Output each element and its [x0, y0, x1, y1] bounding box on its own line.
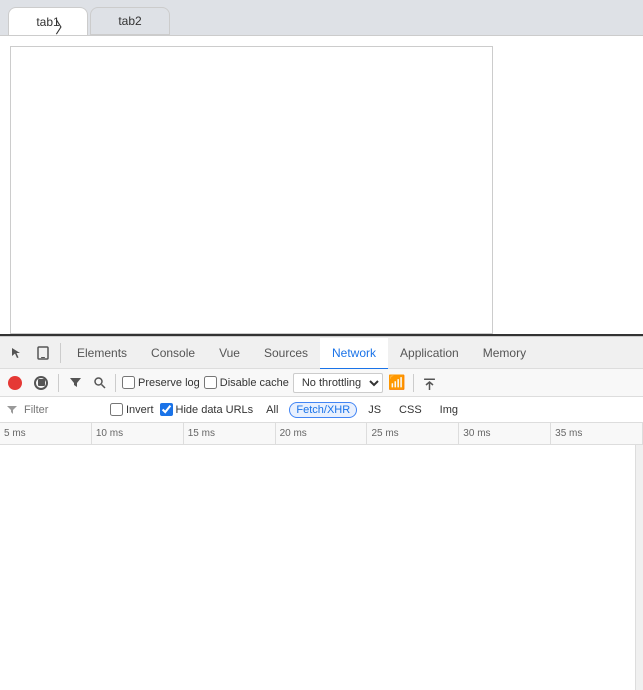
separator-1 — [58, 374, 59, 392]
tick-25ms: 25 ms — [367, 423, 459, 444]
browser-tab-2[interactable]: tab2 — [90, 7, 170, 35]
inspect-element-button[interactable] — [5, 341, 29, 365]
tick-35ms: 35 ms — [551, 423, 643, 444]
filter-type-group: All Fetch/XHR JS CSS Img — [259, 402, 465, 418]
tab-vue[interactable]: Vue — [207, 338, 252, 369]
devtools-top-toolbar: Elements Console Vue Sources Network App… — [0, 337, 643, 369]
disable-cache-label[interactable]: Disable cache — [204, 376, 289, 389]
tick-20ms: 20 ms — [276, 423, 368, 444]
throttle-select[interactable]: No throttling — [293, 373, 383, 393]
filter-fetch-xhr-button[interactable]: Fetch/XHR — [289, 402, 357, 418]
timeline-ruler: 5 ms 10 ms 15 ms 20 ms 25 ms 30 ms 35 ms — [0, 423, 643, 444]
separator-2 — [115, 374, 116, 392]
devtools-tabs: Elements Console Vue Sources Network App… — [65, 337, 639, 369]
preserve-log-label[interactable]: Preserve log — [122, 376, 200, 389]
filter-js-button[interactable]: JS — [361, 402, 388, 418]
hide-data-urls-label[interactable]: Hide data URLs — [160, 403, 254, 416]
filter-bar: Invert Hide data URLs All Fetch/XHR JS C… — [0, 397, 643, 423]
invert-label[interactable]: Invert — [110, 403, 154, 416]
tab-console[interactable]: Console — [139, 338, 207, 369]
wifi-icon[interactable]: 📶 — [387, 373, 407, 393]
invert-checkbox[interactable] — [110, 403, 123, 416]
tick-15ms: 15 ms — [184, 423, 276, 444]
tick-10ms: 10 ms — [92, 423, 184, 444]
devtools-panel: Elements Console Vue Sources Network App… — [0, 336, 643, 690]
toolbar-separator — [60, 343, 61, 363]
stop-inner-icon — [38, 379, 45, 386]
tick-30ms: 30 ms — [459, 423, 551, 444]
record-icon — [8, 376, 22, 390]
search-button[interactable] — [89, 373, 109, 393]
tab-application[interactable]: Application — [388, 338, 471, 369]
stop-icon — [34, 376, 48, 390]
tab-elements[interactable]: Elements — [65, 338, 139, 369]
device-toolbar-button[interactable] — [31, 341, 55, 365]
filter-input[interactable] — [24, 404, 104, 416]
separator-3 — [413, 374, 414, 392]
tick-5ms: 5 ms — [0, 423, 92, 444]
clear-button[interactable] — [30, 372, 52, 394]
hide-data-urls-checkbox[interactable] — [160, 403, 173, 416]
network-content — [0, 445, 643, 690]
preserve-log-checkbox[interactable] — [122, 376, 135, 389]
viewport-inner — [10, 46, 493, 334]
tab-network[interactable]: Network — [320, 338, 388, 369]
browser-tab-1[interactable]: tab1 — [8, 7, 88, 35]
filter-icon — [6, 404, 18, 416]
timeline-header: 5 ms 10 ms 15 ms 20 ms 25 ms 30 ms 35 ms — [0, 423, 643, 445]
filter-all-button[interactable]: All — [259, 402, 285, 418]
tab-memory[interactable]: Memory — [471, 338, 538, 369]
filter-img-button[interactable]: Img — [433, 402, 465, 418]
browser-tab-1-label: tab1 — [36, 15, 59, 29]
network-toolbar: Preserve log Disable cache No throttling… — [0, 369, 643, 397]
filter-button[interactable] — [65, 373, 85, 393]
disable-cache-checkbox[interactable] — [204, 376, 217, 389]
browser-tab-bar: tab1 tab2 〉 — [0, 0, 643, 36]
browser-tab-2-label: tab2 — [118, 14, 141, 28]
tab-sources[interactable]: Sources — [252, 338, 320, 369]
import-button[interactable] — [420, 373, 440, 393]
viewport — [0, 36, 643, 336]
scrollbar-vertical[interactable] — [635, 445, 643, 690]
filter-css-button[interactable]: CSS — [392, 402, 429, 418]
record-button[interactable] — [4, 372, 26, 394]
